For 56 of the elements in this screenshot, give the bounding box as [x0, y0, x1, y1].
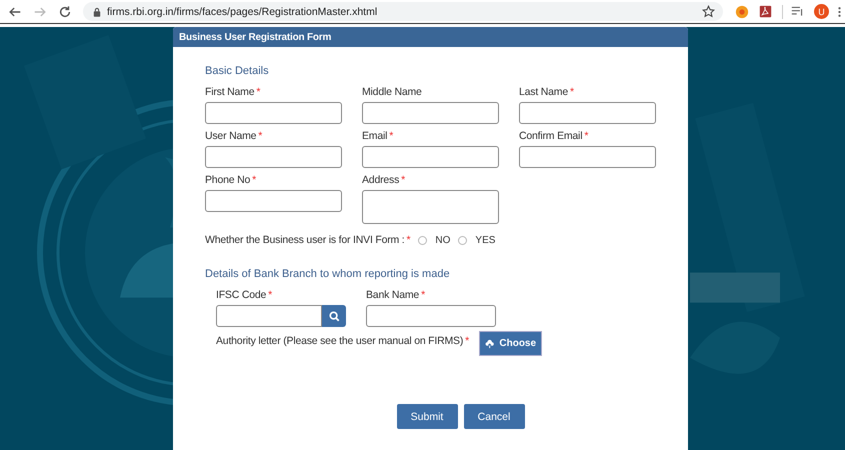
required-mark: * [401, 174, 406, 186]
field-label: IFSC Code [216, 289, 266, 301]
field-label: Bank Name [366, 289, 420, 301]
required-mark: * [268, 289, 272, 301]
field-label: Email [362, 130, 388, 142]
back-icon[interactable] [8, 4, 22, 18]
required-mark: * [465, 335, 470, 347]
input-field[interactable] [205, 190, 342, 212]
required-mark: * [256, 86, 260, 98]
field-label: First Name [205, 86, 254, 98]
required-mark: * [584, 130, 588, 142]
input-field[interactable] [205, 102, 342, 124]
profile-avatar[interactable]: U [814, 4, 829, 19]
radio-button[interactable] [418, 236, 428, 244]
input-field[interactable] [362, 190, 499, 224]
action-button[interactable]: Cancel [464, 404, 524, 429]
address-bar[interactable]: firms.rbi.org.in/firms/faces/pages/RegistrationMaster.xhtml [83, 2, 723, 21]
field-label: Confirm Email [519, 130, 582, 142]
lock-icon [93, 6, 101, 16]
section-heading: Basic Details [205, 65, 270, 77]
radio-label: NO [435, 234, 450, 246]
search-icon [328, 310, 340, 322]
input-field[interactable] [519, 102, 656, 124]
field-label: Authority letter (Please see the user manual on FIRMS) [216, 335, 464, 347]
field-label: Last Name [519, 86, 568, 98]
reload-icon[interactable] [58, 4, 72, 18]
input-field[interactable] [519, 146, 656, 168]
section-heading: Details of Bank Branch to whom reporting is made [205, 268, 451, 280]
form-title: Business User Registration Form [179, 32, 332, 42]
action-button[interactable]: Submit [396, 404, 458, 429]
required-mark: * [570, 86, 574, 98]
required-mark: * [252, 174, 256, 186]
extension-icon[interactable] [735, 4, 749, 18]
radio-label: YES [475, 234, 496, 246]
more-icon[interactable] [838, 6, 841, 18]
cloud-upload-icon [485, 338, 494, 350]
radio-button[interactable] [458, 236, 468, 244]
choose-file-button[interactable]: Choose [479, 331, 542, 356]
pdf-icon[interactable] [759, 5, 772, 18]
field-label: User Name [205, 130, 256, 142]
input-field[interactable] [216, 305, 322, 327]
required-mark: * [406, 234, 410, 246]
question-label: Whether the Business user is for INVI Form : [205, 234, 405, 246]
star-icon[interactable] [702, 5, 715, 18]
search-button[interactable] [322, 305, 346, 327]
playlist-icon[interactable] [791, 5, 804, 18]
input-field[interactable] [366, 305, 496, 327]
input-field[interactable] [362, 146, 499, 168]
field-label: Middle Name [362, 86, 422, 98]
required-mark: * [389, 130, 394, 142]
field-label: Address [362, 174, 400, 186]
required-mark: * [421, 289, 425, 301]
required-mark: * [258, 130, 262, 142]
field-label: Phone No [205, 174, 250, 186]
input-field[interactable] [205, 146, 342, 168]
input-field[interactable] [362, 102, 499, 124]
